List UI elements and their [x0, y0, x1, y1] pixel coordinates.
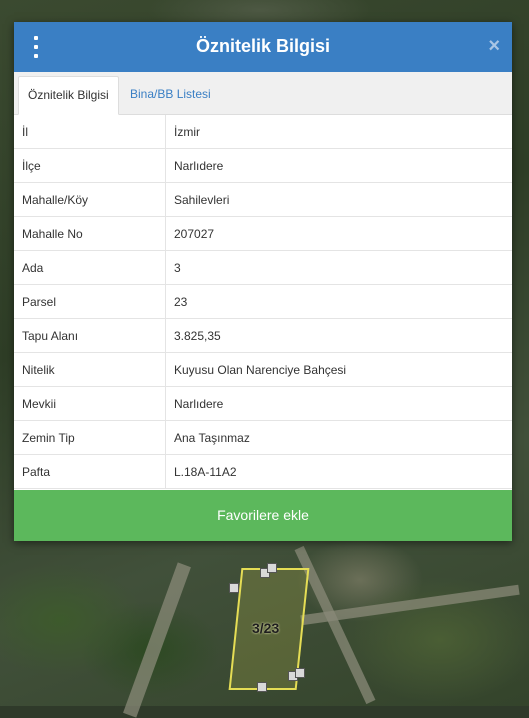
attribute-key: Mahalle No [14, 216, 166, 251]
attribute-table: İl İzmir İlçe Narlıdere Mahalle/Köy Sahi… [14, 115, 512, 489]
add-to-favorites-button[interactable]: Favorilere ekle [14, 490, 512, 541]
table-row: Pafta L.18A-11A2 [14, 454, 512, 489]
parcel-vertex[interactable] [295, 668, 305, 678]
table-row: Mevkii Narlıdere [14, 386, 512, 421]
dialog-title: Öznitelik Bilgisi [195, 36, 331, 56]
table-row: İl İzmir [14, 115, 512, 149]
attribute-value: Sahilevleri [165, 182, 512, 217]
parcel-vertex[interactable] [267, 563, 277, 573]
attribute-value: Ana Taşınmaz [165, 420, 512, 455]
attribute-key: Ada [14, 250, 166, 285]
attribute-info-dialog: Öznitelik Bilgisi × Öznitelik Bilgisi Bi… [14, 22, 512, 541]
attribute-key: İlçe [14, 148, 166, 183]
table-row: Nitelik Kuyusu Olan Narenciye Bahçesi [14, 352, 512, 387]
attribute-key: Tapu Alanı [14, 318, 166, 353]
dialog-header: Öznitelik Bilgisi × [14, 22, 512, 72]
table-row: Mahalle No 207027 [14, 216, 512, 251]
attribute-value: İzmir [165, 115, 512, 149]
attribute-value: L.18A-11A2 [165, 454, 512, 489]
attribute-value: Narlıdere [165, 148, 512, 183]
table-row: Tapu Alanı 3.825,35 [14, 318, 512, 353]
table-row: İlçe Narlıdere [14, 148, 512, 183]
attribute-key: İl [14, 115, 166, 149]
attribute-value: 207027 [165, 216, 512, 251]
attribute-value: Kuyusu Olan Narenciye Bahçesi [165, 352, 512, 387]
road [123, 562, 191, 718]
table-row: Zemin Tip Ana Taşınmaz [14, 420, 512, 455]
attribute-key: Pafta [14, 454, 166, 489]
table-row: Parsel 23 [14, 284, 512, 319]
table-row: Ada 3 [14, 250, 512, 285]
table-row: Mahalle/Köy Sahilevleri [14, 182, 512, 217]
tab-building-list[interactable]: Bina/BB Listesi [121, 76, 220, 113]
attribute-value: 3.825,35 [165, 318, 512, 353]
parcel-vertex[interactable] [257, 682, 267, 692]
attribute-value: 3 [165, 250, 512, 285]
attribute-key: Mahalle/Köy [14, 182, 166, 217]
attribute-key: Parsel [14, 284, 166, 319]
attribute-key: Zemin Tip [14, 420, 166, 455]
attribute-value: 23 [165, 284, 512, 319]
attribute-key: Mevkii [14, 386, 166, 421]
parcel-vertex[interactable] [229, 583, 239, 593]
close-icon[interactable]: × [488, 35, 500, 57]
tab-attribute-info[interactable]: Öznitelik Bilgisi [18, 76, 119, 115]
tab-bar: Öznitelik Bilgisi Bina/BB Listesi [14, 72, 512, 115]
parcel-label: 3/23 [252, 620, 280, 636]
attribute-key: Nitelik [14, 352, 166, 387]
attribute-value: Narlıdere [165, 386, 512, 421]
